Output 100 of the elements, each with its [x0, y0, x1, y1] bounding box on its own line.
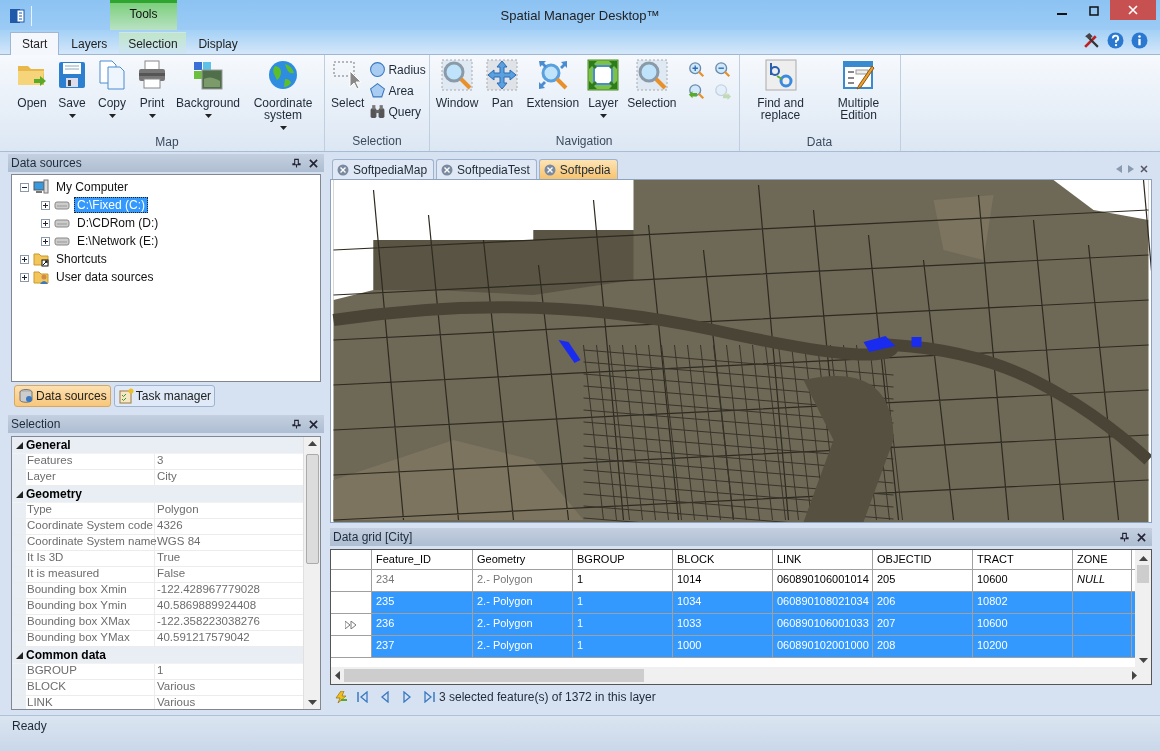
row-header[interactable] — [331, 636, 372, 657]
property-value: Various — [156, 696, 197, 709]
column-header[interactable]: LINK — [773, 550, 873, 569]
ribbon-button[interactable]: Area — [369, 82, 426, 99]
ribbon-button[interactable]: Coordinate system — [245, 59, 322, 135]
ribbon-button[interactable]: Pan — [483, 59, 522, 123]
property-name: BLOCK — [26, 680, 155, 695]
scroll-right-icon[interactable] — [1132, 671, 1137, 680]
table-cell: NULL — [1073, 570, 1132, 591]
close-icon[interactable] — [309, 419, 318, 429]
property-value: City — [156, 470, 178, 484]
pin-icon[interactable] — [292, 158, 301, 168]
expand-toggle[interactable] — [41, 200, 50, 210]
zoom-in-icon[interactable] — [687, 61, 706, 79]
column-header[interactable]: TRACT — [973, 550, 1073, 569]
previous-record-icon[interactable] — [379, 691, 391, 703]
tools-icon[interactable] — [1083, 31, 1100, 49]
ribbon-tab[interactable]: Selection — [119, 32, 187, 54]
column-header[interactable]: OBJECTID — [873, 550, 973, 569]
collapse-toggle[interactable] — [20, 182, 29, 192]
ribbon-button[interactable]: Open — [13, 59, 51, 123]
table-cell: 1000 — [673, 636, 773, 657]
ribbon-button[interactable]: Multiple Edition — [820, 59, 897, 135]
table-cell: 10802 — [973, 592, 1073, 613]
row-header[interactable] — [331, 592, 372, 613]
expand-toggle[interactable] — [41, 236, 50, 246]
info-icon[interactable] — [1131, 31, 1148, 49]
expanded-triangle-icon[interactable] — [15, 651, 23, 659]
ribbon-tab[interactable]: Start — [10, 32, 60, 55]
status-text: 3 selected feature(s) of 1372 in this layer — [439, 690, 656, 704]
help-icon[interactable] — [1107, 31, 1124, 49]
close-icon[interactable] — [1140, 165, 1148, 173]
scroll-up-icon[interactable] — [1138, 556, 1148, 561]
column-header[interactable]: BLOCK — [673, 550, 773, 569]
ribbon-button[interactable]: Query — [369, 103, 426, 120]
column-header[interactable]: ZONE — [1073, 550, 1132, 569]
property-name: Bounding box XMax — [26, 615, 155, 630]
ribbon-button[interactable]: Save — [53, 59, 91, 123]
app-icon[interactable] — [9, 7, 25, 25]
table-cell: 060890106001014 — [773, 570, 873, 591]
expand-toggle[interactable] — [41, 218, 50, 228]
close-icon[interactable] — [1137, 532, 1146, 542]
user-folder-icon — [32, 269, 50, 285]
ribbon-button[interactable]: Background — [173, 59, 244, 123]
close-tab-icon[interactable] — [441, 163, 454, 176]
document-tab[interactable]: SoftpediaTest — [436, 159, 537, 179]
zoom-out-icon[interactable] — [713, 61, 732, 79]
close-icon[interactable] — [309, 158, 318, 168]
document-tab[interactable]: Softpedia — [538, 159, 618, 179]
ribbon-button[interactable]: Select — [328, 59, 368, 123]
expand-toggle[interactable] — [20, 272, 29, 282]
tree-item[interactable]: My Computer — [53, 179, 132, 195]
table-cell: 206 — [873, 592, 973, 613]
expanded-triangle-icon[interactable] — [15, 490, 23, 498]
ribbon-button[interactable]: Extension — [523, 59, 583, 123]
expand-toggle[interactable] — [20, 254, 29, 264]
table-cell: 1 — [573, 636, 673, 657]
close-tab-icon[interactable] — [337, 163, 349, 176]
ribbon-tab[interactable]: Display — [186, 32, 250, 54]
scroll-up-icon[interactable] — [307, 441, 317, 446]
property-name: Bounding box Xmin — [26, 583, 155, 598]
tree-item[interactable]: User data sources — [53, 269, 157, 285]
tree-item[interactable]: D:\CDRom (D:) — [74, 215, 162, 231]
close-tab-icon[interactable] — [543, 163, 556, 176]
property-name: It is measured — [26, 567, 155, 582]
panel-tab[interactable]: Task manager — [113, 385, 216, 407]
panel-tab[interactable]: Data sources — [14, 385, 111, 407]
table-cell: 2.- Polygon — [473, 592, 573, 613]
property-name: Bounding box YMax — [26, 631, 155, 646]
ribbon-button[interactable]: Radius — [369, 61, 426, 78]
ribbon-button[interactable]: Print — [133, 59, 171, 123]
scroll-left-icon[interactable] — [335, 671, 340, 680]
pin-icon[interactable] — [292, 419, 301, 429]
scroll-down-icon[interactable] — [1138, 658, 1148, 663]
next-record-icon[interactable] — [401, 691, 413, 703]
ribbon-button[interactable]: Copy — [93, 59, 131, 123]
column-header[interactable]: Feature_ID — [372, 550, 473, 569]
first-record-icon[interactable] — [357, 691, 369, 703]
tree-item[interactable]: E:\Network (E:) — [74, 233, 162, 249]
scrollbar-thumb[interactable] — [305, 454, 319, 564]
ribbon-button[interactable]: Selection — [624, 59, 680, 123]
ribbon-button[interactable]: Find and replace — [742, 59, 819, 135]
column-header[interactable]: Geometry — [473, 550, 573, 569]
row-header[interactable] — [331, 614, 372, 635]
column-header[interactable]: BGROUP — [573, 550, 673, 569]
pin-icon[interactable] — [1120, 532, 1129, 542]
expanded-triangle-icon[interactable] — [15, 441, 23, 449]
property-value: 3 — [156, 454, 165, 468]
tree-item[interactable]: Shortcuts — [53, 251, 110, 267]
zoom-previous-icon[interactable] — [687, 83, 706, 101]
ribbon-button[interactable]: Layer — [584, 59, 623, 123]
scrollbar-thumb[interactable] — [1137, 565, 1149, 583]
scroll-down-icon[interactable] — [307, 700, 317, 705]
ribbon-button[interactable]: Window — [432, 59, 482, 123]
ribbon-tab[interactable]: Layers — [59, 32, 120, 54]
document-tab[interactable]: SoftpediaMap — [332, 159, 435, 179]
last-record-icon[interactable] — [423, 691, 435, 703]
documents-icon — [96, 59, 128, 91]
database-icon — [18, 388, 34, 404]
scrollbar-thumb[interactable] — [344, 669, 644, 682]
